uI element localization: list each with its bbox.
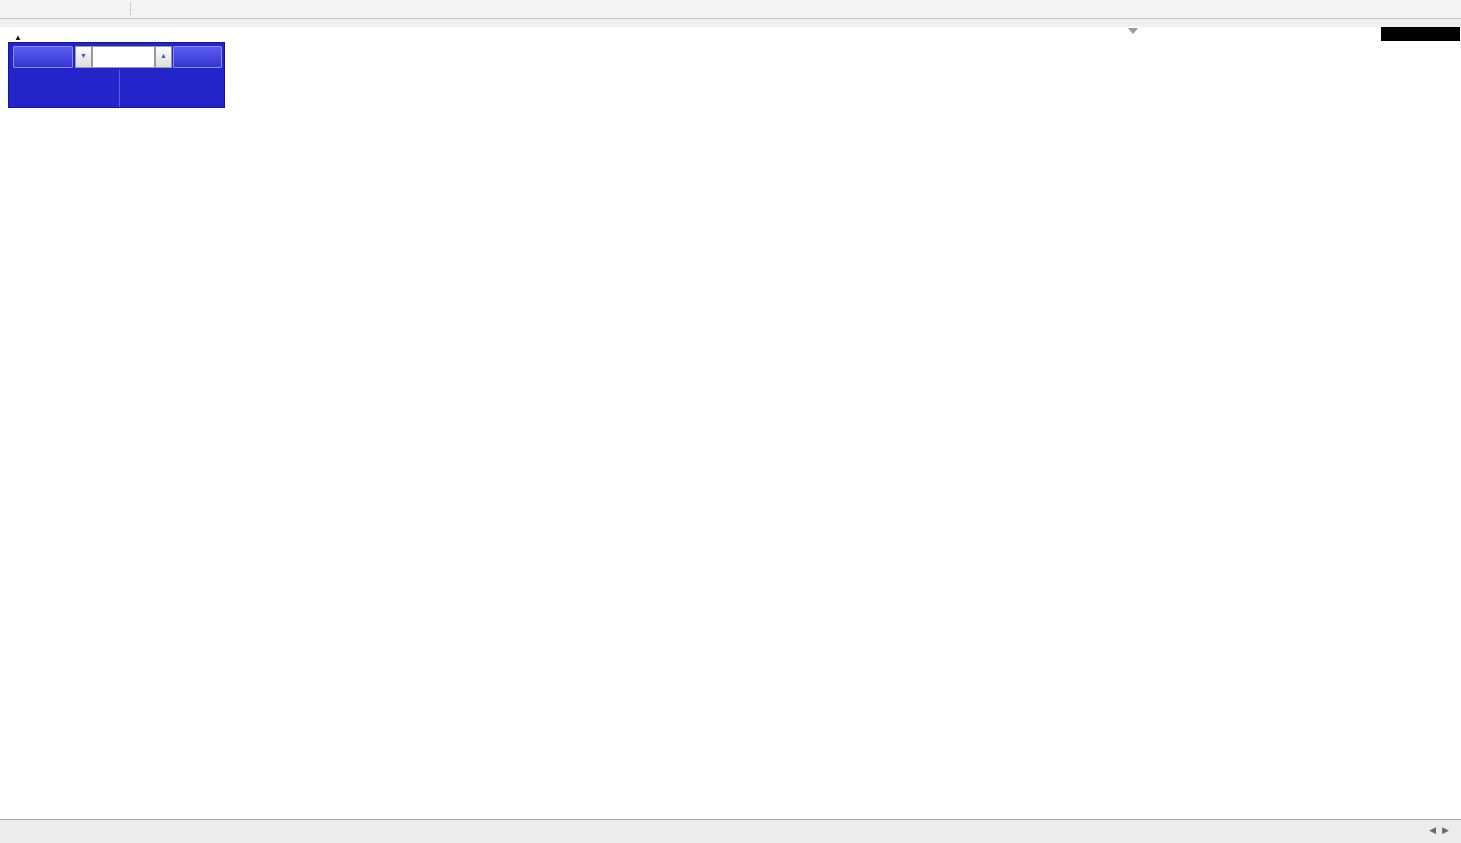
buy-price[interactable] [119, 70, 224, 107]
volume-increase-button[interactable]: ▲ [155, 46, 172, 68]
tab-scroll-arrows[interactable]: ◀▶ [1429, 825, 1455, 836]
sell-button[interactable] [13, 46, 73, 68]
current-price-tag [1381, 27, 1460, 41]
volume-decrease-button[interactable]: ▼ [75, 46, 92, 68]
toolbar-separator [130, 2, 131, 15]
volume-input[interactable] [92, 46, 155, 68]
chart-shift-marker-icon[interactable] [1128, 28, 1138, 34]
toolbar-gap [0, 19, 1461, 27]
chart-canvas[interactable] [0, 27, 1461, 818]
buy-button[interactable] [173, 46, 222, 68]
macd-indicator-label [14, 569, 29, 581]
collapse-triangle-icon[interactable]: ▲ [14, 33, 22, 42]
chart-window: ▲ ▼ ▲ [0, 27, 1461, 818]
chart-tab-bar: ◀▶ [0, 819, 1461, 843]
sell-price[interactable] [11, 70, 115, 107]
rsi-indicator-label [14, 675, 24, 687]
timeframe-toolbar [0, 0, 1461, 19]
terminal-window: ▲ ▼ ▲ ◀▶ [0, 0, 1461, 843]
one-click-trade-panel: ▼ ▲ [8, 42, 225, 108]
